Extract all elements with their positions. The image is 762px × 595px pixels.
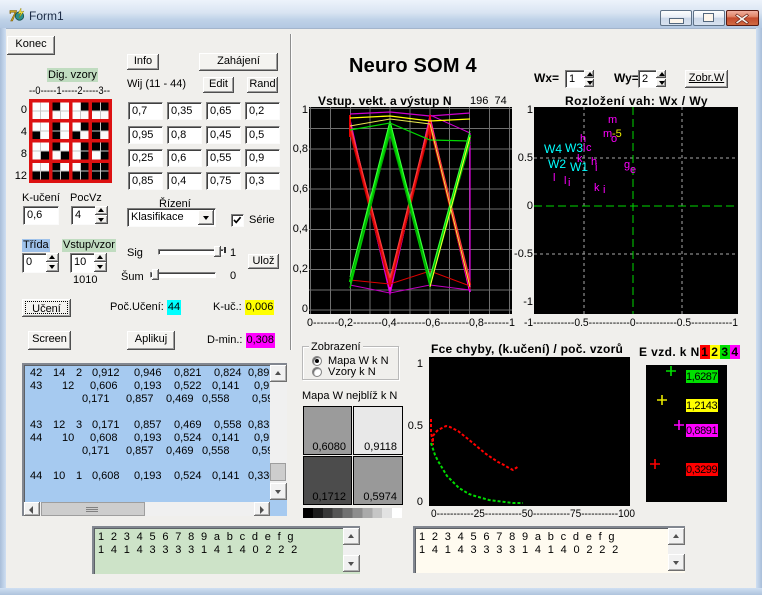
svg-text:-1------------0.5------------0: -1------------0.5------------0----------… xyxy=(524,317,738,329)
svg-text:k: k xyxy=(594,182,600,194)
svg-text:W2: W2 xyxy=(548,157,566,171)
svg-text:i: i xyxy=(603,184,605,196)
svg-text:0-----------25-----------50---: 0-----------25-----------50-----------75… xyxy=(431,508,635,520)
svg-text:i: i xyxy=(568,177,570,189)
svg-text:l: l xyxy=(553,172,555,184)
svg-text:o: o xyxy=(611,133,617,145)
svg-text:c: c xyxy=(586,142,592,154)
svg-text:k: k xyxy=(577,153,583,165)
svg-text:m: m xyxy=(608,114,617,126)
svg-text:i: i xyxy=(595,162,597,174)
svg-text:0-------0,2--------0,4--------: 0-------0,2--------0,4--------0,6-------… xyxy=(307,317,515,329)
svg-text:l: l xyxy=(564,175,566,187)
svg-text:W4: W4 xyxy=(544,142,562,156)
svg-text:--0-----1-----2-----3--: --0-----1-----2-----3-- xyxy=(29,85,110,97)
svg-text:e: e xyxy=(630,164,636,176)
